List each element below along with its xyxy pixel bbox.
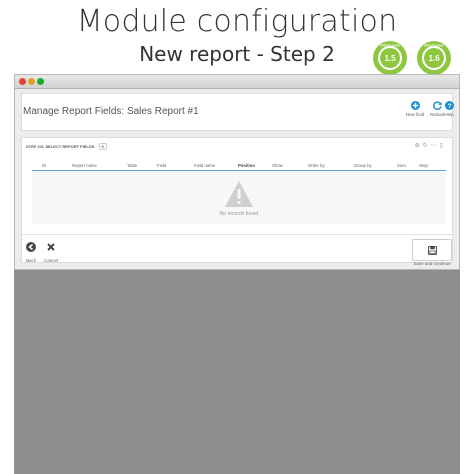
column-header[interactable]: Stop [419, 163, 428, 168]
footer-divider [22, 234, 452, 235]
badge-version: 1.5 [384, 54, 396, 63]
cancel-label: Cancel [44, 258, 59, 263]
window-titlebar [15, 75, 459, 89]
prestashop-15-badge: 1.5 PRESTASHOP [373, 41, 407, 75]
record-count-badge: 0 [98, 143, 107, 150]
plus-circle-icon [410, 101, 420, 110]
column-header[interactable]: Order by [308, 163, 325, 168]
empty-state-text: No records found [219, 211, 259, 217]
table-header-row: ID Report name Table Field Field name Po… [32, 161, 446, 171]
hero-title: Module configuration [76, 4, 398, 39]
prestashop-16-badge: 1.6 PRESTASHOP [417, 41, 451, 75]
add-icon[interactable]: ⊕ [415, 143, 423, 149]
column-header[interactable]: Group by [354, 163, 372, 168]
back-arrow-icon [26, 242, 36, 252]
close-icon [47, 243, 55, 251]
close-window-icon[interactable] [19, 78, 26, 85]
badge-top-text: PRESTASHOP [424, 44, 444, 48]
page-title: Manage Report Fields: Sales Report #1 [23, 106, 199, 117]
column-header[interactable]: Table [127, 163, 137, 168]
column-header[interactable]: Report name [72, 163, 97, 168]
refresh-small-icon[interactable]: ↻ [423, 143, 431, 149]
panel-heading-text: STEP 2/3: SELECT REPORT FIELDS [26, 144, 95, 149]
cancel-button[interactable]: Cancel [44, 239, 58, 263]
save-and-continue-button[interactable]: Save and continue [412, 239, 452, 266]
column-header[interactable]: Field [157, 163, 166, 168]
report-fields-panel: STEP 2/3: SELECT REPORT FIELDS 0 ⊕↻⋯▯ ID… [21, 137, 453, 266]
floppy-disk-icon [427, 246, 437, 255]
backdrop [14, 268, 460, 474]
help-button[interactable]: ? Help [442, 101, 456, 117]
back-label: Back [26, 258, 37, 263]
empty-state: No records found [32, 172, 446, 224]
back-button[interactable]: Back [26, 239, 36, 263]
column-header[interactable]: Position [238, 163, 255, 168]
badge-version: 1.6 [428, 54, 440, 63]
sql-icon[interactable]: ⋯ [431, 143, 440, 149]
column-header[interactable]: ID [42, 163, 46, 168]
trash-icon[interactable]: ▯ [440, 143, 446, 149]
maximize-window-icon[interactable] [37, 78, 44, 85]
warning-icon [225, 181, 253, 207]
column-header[interactable]: Sum [397, 163, 406, 168]
browser-window: Manage Report Fields: Sales Report #1 Ne… [14, 74, 460, 270]
svg-text:?: ? [447, 103, 451, 110]
panel-heading: STEP 2/3: SELECT REPORT FIELDS 0 [26, 143, 107, 150]
column-header[interactable]: Show [272, 163, 283, 168]
minimize-window-icon[interactable] [28, 78, 35, 85]
page-header-panel: Manage Report Fields: Sales Report #1 Ne… [21, 93, 456, 131]
badge-top-text: PRESTASHOP [380, 44, 400, 48]
column-header[interactable]: Field name [194, 163, 215, 168]
help-label: Help [444, 112, 454, 117]
panel-action-icons: ⊕↻⋯▯ [415, 142, 446, 149]
save-and-continue-label: Save and continue [413, 261, 451, 266]
help-icon: ? [444, 101, 454, 110]
refresh-icon [432, 101, 442, 110]
